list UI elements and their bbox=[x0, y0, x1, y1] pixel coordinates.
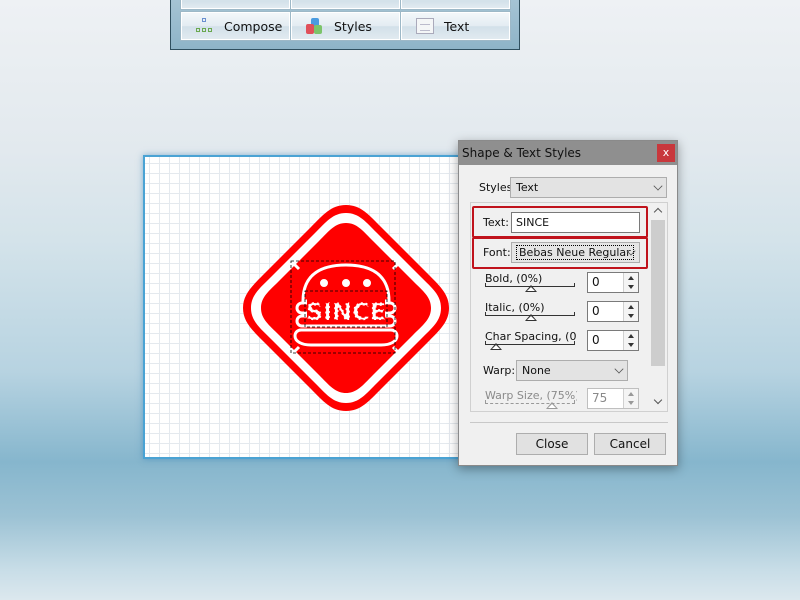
bold-value: 0 bbox=[592, 275, 600, 289]
close-button[interactable]: Close bbox=[516, 433, 588, 455]
spinner-arrows[interactable] bbox=[623, 273, 638, 292]
slider-thumb[interactable] bbox=[525, 314, 537, 321]
styles-label: Styles bbox=[334, 18, 372, 34]
spin-up-icon[interactable] bbox=[628, 334, 634, 338]
scrollbar-thumb[interactable] bbox=[651, 220, 665, 366]
spin-up-icon bbox=[628, 392, 634, 396]
spin-down-icon[interactable] bbox=[628, 314, 634, 318]
ribbon-toolbar: Compose Styles Text bbox=[170, 0, 520, 50]
compose-button[interactable]: Compose bbox=[180, 11, 291, 41]
styles-dropdown[interactable]: Text bbox=[510, 177, 667, 198]
warp-value: None bbox=[522, 364, 551, 377]
scroll-down-icon[interactable] bbox=[653, 395, 663, 405]
close-icon[interactable]: x bbox=[657, 144, 675, 162]
hierarchy-icon bbox=[196, 18, 214, 34]
char-spacing-spinner[interactable]: 0 bbox=[587, 330, 639, 351]
toolbar-button-top-3[interactable] bbox=[400, 0, 511, 10]
since-text: SINCE bbox=[305, 297, 387, 327]
warp-dropdown[interactable]: None bbox=[516, 360, 628, 381]
text-input[interactable]: SINCE bbox=[511, 212, 640, 233]
text-input-value: SINCE bbox=[516, 216, 550, 229]
arrow-icon bbox=[196, 0, 214, 8]
circle-purple-icon bbox=[416, 0, 434, 1]
spin-up-icon[interactable] bbox=[628, 305, 634, 309]
scroll-up-icon[interactable] bbox=[653, 207, 663, 217]
warp-size-value: 75 bbox=[592, 391, 608, 405]
warp-size-spinner: 75 bbox=[587, 388, 639, 409]
slider-thumb bbox=[546, 402, 558, 409]
slider-thumb[interactable] bbox=[490, 343, 502, 350]
styles-button[interactable]: Styles bbox=[290, 11, 401, 41]
toolbar-row-main: Compose Styles Text bbox=[180, 11, 511, 41]
logo-artwork[interactable]: SINCE bbox=[241, 203, 451, 413]
spinner-arrows bbox=[623, 389, 638, 408]
text-document-icon bbox=[416, 18, 434, 34]
compose-label: Compose bbox=[224, 18, 283, 34]
text-button[interactable]: Text bbox=[400, 11, 511, 41]
styles-blocks-icon bbox=[306, 18, 324, 34]
slider-thumb[interactable] bbox=[525, 285, 537, 292]
font-dropdown[interactable]: Bebas Neue Regular bbox=[511, 242, 640, 263]
text-label: Text: bbox=[483, 216, 509, 229]
styles-value: Text bbox=[516, 181, 539, 194]
shape-text-styles-dialog: Shape & Text Styles x Styles: Text Text:… bbox=[458, 140, 678, 466]
cancel-button[interactable]: Cancel bbox=[594, 433, 666, 455]
spin-up-icon[interactable] bbox=[628, 276, 634, 280]
toolbar-button-top-2[interactable] bbox=[290, 0, 401, 10]
bold-slider[interactable] bbox=[485, 283, 575, 292]
properties-panel: Text: SINCE Font: Bebas Neue Regular Bol… bbox=[470, 202, 668, 412]
spin-down-icon bbox=[628, 401, 634, 405]
chevron-down-icon bbox=[653, 181, 663, 191]
char-spacing-value: 0 bbox=[592, 333, 600, 347]
dialog-separator bbox=[470, 422, 668, 423]
char-spacing-slider[interactable] bbox=[485, 341, 575, 350]
bold-spinner[interactable]: 0 bbox=[587, 272, 639, 293]
arrow-green-icon bbox=[306, 0, 324, 8]
spinner-arrows[interactable] bbox=[623, 302, 638, 321]
text-label: Text bbox=[444, 18, 470, 34]
spin-down-icon[interactable] bbox=[628, 343, 634, 347]
toolbar-button-top-1[interactable] bbox=[180, 0, 291, 10]
italic-spinner[interactable]: 0 bbox=[587, 301, 639, 322]
italic-value: 0 bbox=[592, 304, 600, 318]
chevron-down-icon bbox=[614, 364, 624, 374]
spin-down-icon[interactable] bbox=[628, 285, 634, 289]
dialog-titlebar[interactable]: Shape & Text Styles x bbox=[459, 141, 677, 165]
design-canvas[interactable]: SINCE bbox=[143, 155, 461, 459]
font-value: Bebas Neue Regular bbox=[516, 245, 634, 260]
spinner-arrows[interactable] bbox=[623, 331, 638, 350]
toolbar-row-top bbox=[180, 0, 511, 10]
since-text-glyphs: SINCE bbox=[306, 298, 386, 326]
panel-scrollbar[interactable] bbox=[650, 203, 667, 411]
warp-label: Warp: bbox=[483, 364, 516, 377]
italic-slider[interactable] bbox=[485, 312, 575, 321]
dialog-title: Shape & Text Styles bbox=[462, 146, 582, 160]
font-label: Font: bbox=[483, 246, 511, 259]
warp-size-slider bbox=[485, 400, 575, 409]
